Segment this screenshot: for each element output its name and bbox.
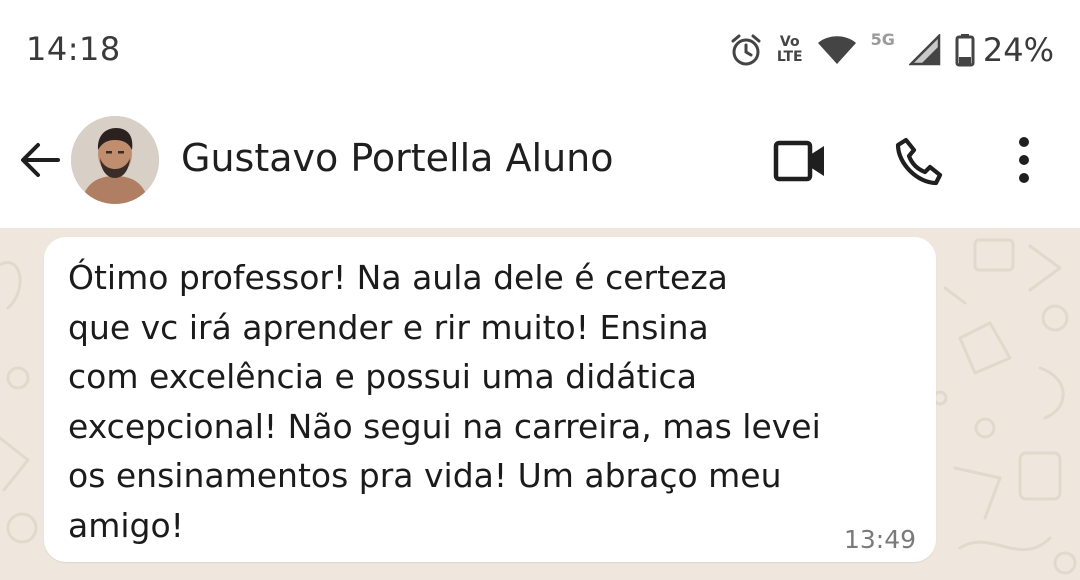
- message-bubble[interactable]: Ótimo professor! Na aula dele é certeza …: [44, 237, 936, 562]
- chat-area[interactable]: Ótimo professor! Na aula dele é certeza …: [0, 228, 1080, 580]
- chat-header: Gustavo Portella Aluno: [0, 100, 1080, 228]
- contact-name[interactable]: Gustavo Portella Aluno: [181, 136, 614, 180]
- more-options-icon[interactable]: [1008, 136, 1040, 188]
- back-arrow-icon[interactable]: [18, 138, 62, 186]
- battery-percent: 24%: [982, 31, 1054, 69]
- network-5g-label: 5G: [870, 30, 895, 49]
- message-timestamp: 13:49: [843, 525, 916, 554]
- volte-label-bottom: LTE: [776, 49, 803, 65]
- video-call-icon[interactable]: [772, 138, 828, 188]
- battery-icon: [955, 33, 975, 67]
- status-icons: Vo LTE 5G 24%: [729, 26, 1054, 74]
- status-bar: 14:18 Vo LTE 5G 24%: [0, 0, 1080, 100]
- status-time: 14:18: [26, 30, 121, 68]
- cellular-signal-icon: [908, 34, 941, 66]
- volte-icon: Vo LTE: [777, 35, 803, 65]
- avatar[interactable]: [71, 116, 159, 204]
- volte-label-top: Vo: [779, 34, 800, 50]
- alarm-icon: [729, 33, 763, 67]
- message-text: Ótimo professor! Na aula dele é certeza …: [68, 258, 821, 545]
- wifi-icon: [817, 34, 857, 66]
- phone-call-icon[interactable]: [892, 134, 946, 192]
